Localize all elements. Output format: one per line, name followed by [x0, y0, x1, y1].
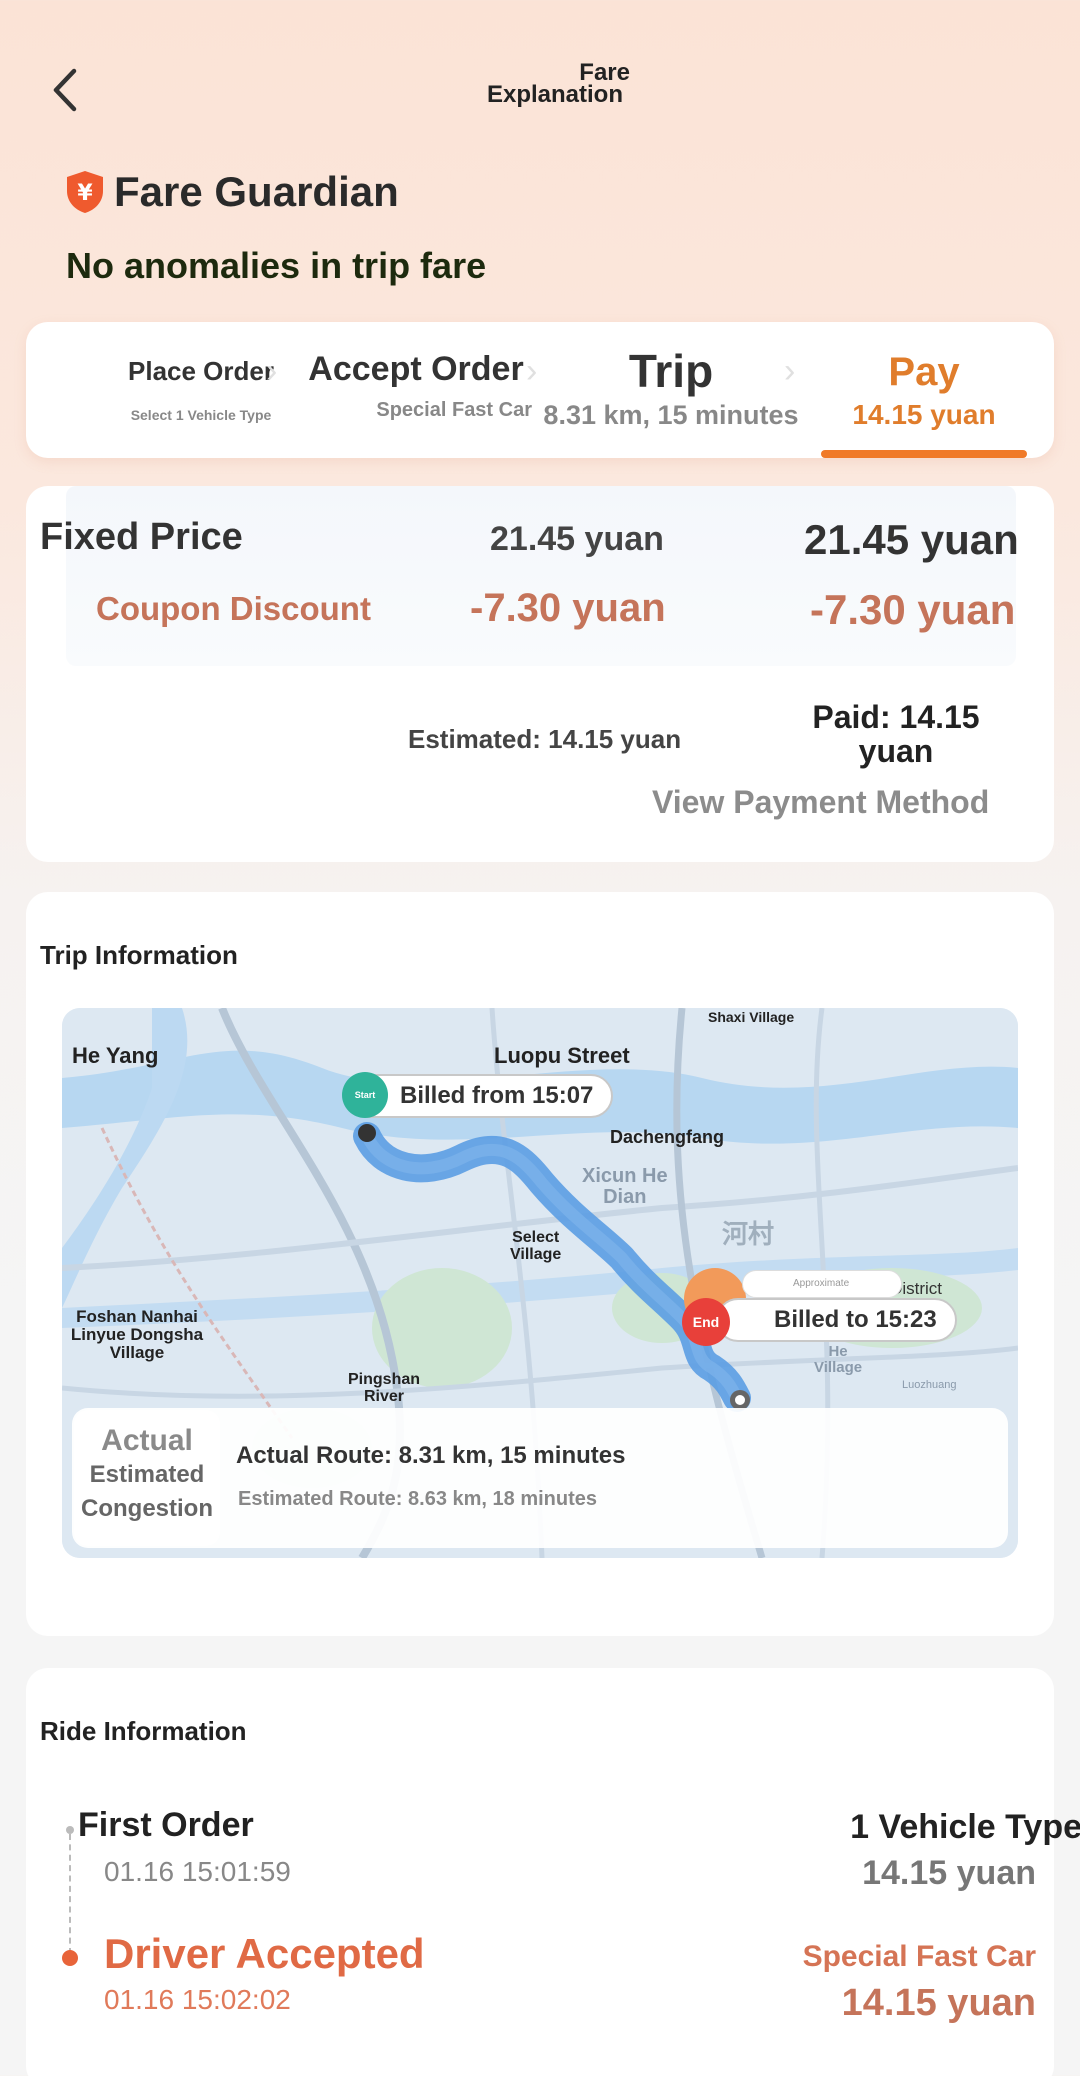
step-pay-sub: 14.15 yuan [852, 399, 996, 430]
actual-route-text: Actual Route: 8.31 km, 15 minutes [236, 1442, 626, 1469]
timeline-dot-accepted [62, 1950, 78, 1966]
fare-guardian-title: Fare Guardian [114, 168, 399, 215]
timeline-dot-first [66, 1826, 74, 1834]
fixed-price-estimated: 21.45 yuan [490, 520, 664, 558]
map-label-dachengfang: Dachengfang [610, 1127, 725, 1147]
ride-information-title: Ride Information [40, 1716, 247, 1746]
map-label-xicun-he-dian: Xicun He Dian [582, 1166, 668, 1208]
route-summary-panel: Actual Estimated Congestion Actual Route… [72, 1408, 1008, 1548]
start-marker: Start [342, 1072, 388, 1118]
coupon-discount-paid: -7.30 yuan [810, 586, 1016, 633]
paid-total: Paid: 14.15 yuan [786, 700, 1006, 768]
billed-from-text: Billed from 15:07 [400, 1082, 594, 1109]
trip-information-title: Trip Information [40, 940, 238, 970]
order-progress-steps: Place Order Select 1 Vehicle Type › Acce… [26, 322, 1054, 458]
start-marker-label: Start [354, 1090, 376, 1100]
chevron-left-icon [53, 68, 77, 112]
accepted-vehicle-type: Special Fast Car [802, 1940, 1036, 1973]
map-label-select-village: Select Village [510, 1229, 562, 1264]
trip-information-card: Trip Information He Yang Luopu Street Sh… [26, 892, 1054, 1636]
map-label-hecun: 河村 [722, 1220, 775, 1250]
billed-to-callout: Billed to 15:23 [716, 1298, 957, 1342]
svg-text:¥: ¥ [77, 181, 93, 206]
route-legend[interactable]: Actual Estimated Congestion [74, 1410, 220, 1546]
map-label-select-line1: Select [512, 1229, 560, 1246]
map-label-shaxi-village: Shaxi Village [708, 1009, 795, 1025]
page-title-line2: Explanation [486, 81, 624, 108]
step-trip-title: Trip [628, 345, 714, 397]
end-marker-label: End [692, 1314, 720, 1330]
step-trip-sub: 8.31 km, 15 minutes [543, 400, 799, 430]
step-place-order[interactable]: Place Order Select 1 Vehicle Type [86, 356, 316, 423]
step-trip[interactable]: Trip 8.31 km, 15 minutes [526, 344, 816, 431]
map-label-luopu-street: Luopu Street [494, 1043, 630, 1068]
driver-accepted-time: 01.16 15:02:02 [104, 1984, 291, 2015]
view-payment-method-link[interactable]: View Payment Method [652, 784, 989, 821]
legend-estimated: Estimated [89, 1461, 205, 1488]
chevron-right-icon: › [784, 352, 796, 390]
fare-status-text: No anomalies in trip fare [66, 245, 487, 286]
step-pay[interactable]: Pay 14.15 yuan [816, 350, 1032, 431]
back-button[interactable] [40, 60, 90, 120]
legend-congestion: Congestion [81, 1495, 213, 1522]
first-order-label: First Order [78, 1806, 254, 1844]
ride-information-card: Ride Information First Order 01.16 15:01… [26, 1668, 1080, 2076]
active-step-indicator [821, 450, 1027, 458]
end-marker: End [682, 1298, 730, 1346]
page-title: Fare Explanation [480, 61, 630, 108]
step-accept-order[interactable]: Accept Order Special Fast Car [296, 350, 536, 422]
estimated-route-text: Estimated Route: 8.63 km, 18 minutes [238, 1488, 598, 1510]
fare-guardian-heading: ¥ Fare Guardian [64, 168, 399, 216]
coupon-discount-label: Coupon Discount [96, 590, 371, 627]
map-label-luozhuang: Luozhuang [902, 1379, 957, 1391]
map-label-foshan-line1: Foshan Nanhai [76, 1307, 198, 1326]
shield-yuan-icon: ¥ [67, 171, 103, 213]
map-label-he-yang: He Yang [72, 1043, 159, 1068]
map-label-he-village-line2: Village [814, 1358, 863, 1376]
step-place-order-title: Place Order [128, 356, 274, 386]
map-label-foshan: Foshan Nanhai Linyue Dongsha Village [62, 1308, 212, 1362]
route-map[interactable]: He Yang Luopu Street Shaxi Village Dache… [62, 1008, 1018, 1558]
paid-total-line2: yuan [858, 733, 934, 769]
driver-accepted-label: Driver Accepted [104, 1930, 425, 1977]
approximate-callout: Approximate [742, 1270, 902, 1298]
legend-actual: Actual [101, 1424, 193, 1457]
coupon-discount-estimated: -7.30 yuan [470, 586, 666, 630]
estimated-total: Estimated: 14.15 yuan [408, 724, 682, 754]
step-accept-order-sub: Special Fast Car [376, 399, 532, 421]
billed-to-text: Billed to 15:23 [774, 1306, 937, 1333]
timeline-connector [69, 1834, 71, 1954]
accepted-price: 14.15 yuan [841, 1982, 1036, 2024]
price-breakdown-card: Fixed Price 21.45 yuan 21.45 yuan Coupon… [26, 486, 1054, 862]
paid-total-line1: Paid: 14.15 [812, 699, 980, 735]
map-label-xicun-line1: Xicun He [582, 1165, 668, 1187]
first-order-price: 14.15 yuan [862, 1854, 1036, 1892]
fixed-price-paid: 21.45 yuan [804, 516, 1019, 563]
map-label-pingshan-river: Pingshan River [348, 1371, 421, 1406]
step-place-order-sub: Select 1 Vehicle Type [130, 407, 272, 423]
chevron-right-icon: › [266, 352, 278, 390]
fixed-price-label: Fixed Price [40, 516, 243, 558]
first-order-vehicle-type: 1 Vehicle Type [850, 1808, 1080, 1846]
map-label-he-village-line1: He [828, 1343, 848, 1360]
map-label-xicun-line2: Dian [603, 1186, 647, 1208]
map-label-foshan-line3: Village [109, 1342, 165, 1362]
price-band [66, 486, 1016, 666]
map-label-pingshan-line2: River [363, 1387, 405, 1405]
map-label-he-village: He Village [814, 1344, 862, 1376]
approximate-text: Approximate [793, 1278, 850, 1289]
step-accept-order-title: Accept Order [308, 350, 524, 388]
step-pay-title: Pay [888, 350, 960, 394]
map-label-foshan-line2: Linyue Dongsha [70, 1324, 204, 1344]
first-order-time: 01.16 15:01:59 [104, 1856, 291, 1887]
map-label-pingshan-line1: Pingshan [348, 1371, 421, 1388]
map-label-select-line2: Village [510, 1245, 562, 1263]
